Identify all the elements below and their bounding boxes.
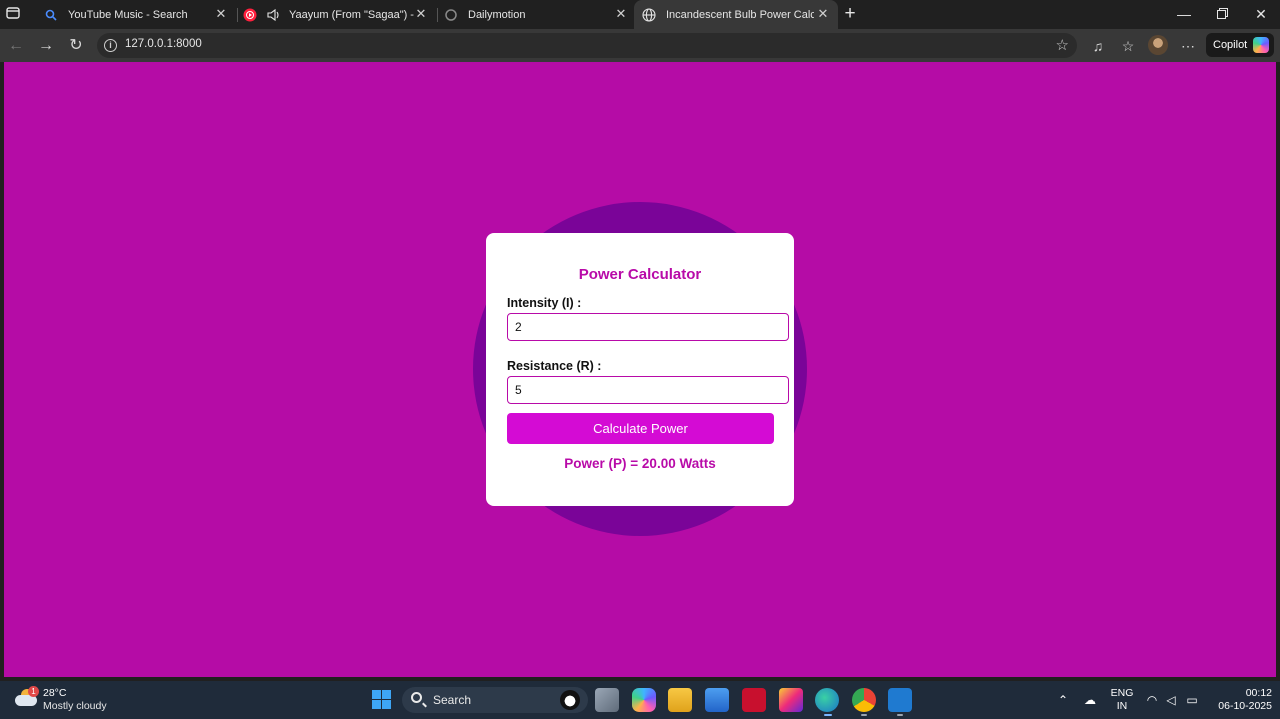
clock-time[interactable]: 00:12 [1222, 687, 1272, 699]
forward-button[interactable]: → [36, 36, 56, 56]
battery-icon[interactable]: ▭ [1184, 692, 1200, 708]
weather-description[interactable]: Mostly cloudy [43, 700, 107, 712]
tab-bar: YouTube Music - Search ✕ Yaayum (From "S… [0, 0, 1280, 29]
clock-date[interactable]: 06-10-2025 [1206, 700, 1272, 712]
chrome-browser-icon[interactable] [852, 688, 876, 712]
tab-power-calculator[interactable]: Incandescent Bulb Power Calculat ✕ [634, 0, 838, 29]
url-text: 127.0.0.1:8000 [125, 38, 202, 50]
language-region: IN [1116, 700, 1128, 712]
tab-youtube-music-search[interactable]: YouTube Music - Search ✕ [40, 0, 236, 29]
running-app-indicator [897, 714, 903, 716]
close-icon[interactable]: ✕ [214, 7, 228, 21]
copilot-icon [1253, 37, 1269, 53]
resistance-input[interactable] [507, 376, 789, 404]
chevron-up-icon[interactable]: ⌃ [1055, 692, 1071, 708]
copilot-label: Copilot [1213, 39, 1248, 51]
tab-title: Yaayum (From "Sagaa") - You [289, 8, 414, 21]
tab-title: YouTube Music - Search [68, 8, 188, 21]
tab-actions-icon[interactable] [6, 6, 26, 22]
mcafee-icon[interactable] [742, 688, 766, 712]
minimize-button[interactable]: — [1174, 5, 1194, 23]
speaker-icon[interactable] [267, 8, 281, 22]
site-info-icon[interactable]: i [104, 39, 117, 52]
calculate-power-button[interactable]: Calculate Power [507, 413, 774, 444]
running-app-indicator [861, 714, 867, 716]
onedrive-icon[interactable]: ☁ [1082, 692, 1098, 708]
close-window-button[interactable]: ✕ [1251, 5, 1271, 23]
weather-temperature[interactable]: 28°C [43, 687, 66, 699]
search-icon [44, 8, 58, 22]
close-icon[interactable]: ✕ [816, 7, 830, 21]
page-title: Power Calculator [578, 266, 702, 283]
profile-avatar[interactable] [1148, 35, 1168, 55]
taskbar-search[interactable]: Search [402, 687, 588, 713]
wifi-icon[interactable]: ◠ [1144, 692, 1160, 708]
intensity-input[interactable] [507, 313, 789, 341]
read-aloud-icon[interactable]: ♫ [1088, 36, 1108, 56]
favorite-star-icon[interactable]: ☆ [1056, 36, 1069, 54]
dailymotion-icon [444, 8, 458, 22]
search-label: Search [433, 693, 472, 707]
close-icon[interactable]: ✕ [414, 7, 428, 21]
file-explorer-icon[interactable] [668, 688, 692, 712]
refresh-button[interactable]: ↻ [66, 36, 86, 56]
tab-divider [237, 8, 238, 22]
intensity-label: Intensity (I) : [507, 296, 582, 310]
microsoft-store-icon[interactable] [705, 688, 729, 712]
close-icon[interactable]: ✕ [614, 7, 628, 21]
tab-title: Dailymotion [468, 8, 526, 21]
search-icon [411, 692, 422, 703]
tab-yaayum[interactable]: Yaayum (From "Sagaa") - You ✕ [240, 0, 436, 29]
instagram-icon[interactable] [779, 688, 803, 712]
windows-start-icon[interactable] [372, 690, 391, 709]
address-bar[interactable]: i 127.0.0.1:8000 ☆ [97, 33, 1077, 58]
copilot-app-icon[interactable] [632, 688, 656, 712]
favorites-icon[interactable]: ☆ [1118, 36, 1138, 56]
weather-badge: 1 [28, 686, 39, 697]
youtube-music-icon [243, 8, 257, 22]
power-result: Power (P) = 20.00 Watts [564, 456, 716, 471]
page-viewport: Power Calculator Intensity (I) : Resista… [4, 62, 1276, 677]
search-highlight-icon [560, 690, 580, 710]
windows-taskbar: 1 28°C Mostly cloudy Search ⌃ ☁ ENG IN ◠… [0, 681, 1280, 719]
resistance-label: Resistance (R) : [507, 359, 602, 373]
vscode-icon[interactable] [888, 688, 912, 712]
language-indicator[interactable]: ENG [1108, 687, 1136, 699]
calculator-card: Power Calculator Intensity (I) : Resista… [486, 233, 794, 506]
copilot-button[interactable]: Copilot [1206, 33, 1274, 57]
edge-browser-icon[interactable] [815, 688, 839, 712]
tab-divider [437, 8, 438, 22]
globe-icon [642, 7, 656, 22]
task-view-icon[interactable] [595, 688, 619, 712]
active-app-indicator [824, 714, 832, 716]
new-tab-button[interactable]: + [840, 4, 860, 24]
restore-button[interactable] [1212, 5, 1232, 23]
browser-toolbar: ← → ↻ i 127.0.0.1:8000 ☆ ♫ ☆ ⋯ [0, 29, 1280, 62]
volume-icon[interactable]: ◁ [1163, 692, 1179, 708]
tab-dailymotion[interactable]: Dailymotion ✕ [440, 0, 636, 29]
back-button[interactable]: ← [6, 36, 26, 56]
more-options-icon[interactable]: ⋯ [1178, 36, 1198, 56]
tab-title: Incandescent Bulb Power Calculat [666, 8, 814, 21]
